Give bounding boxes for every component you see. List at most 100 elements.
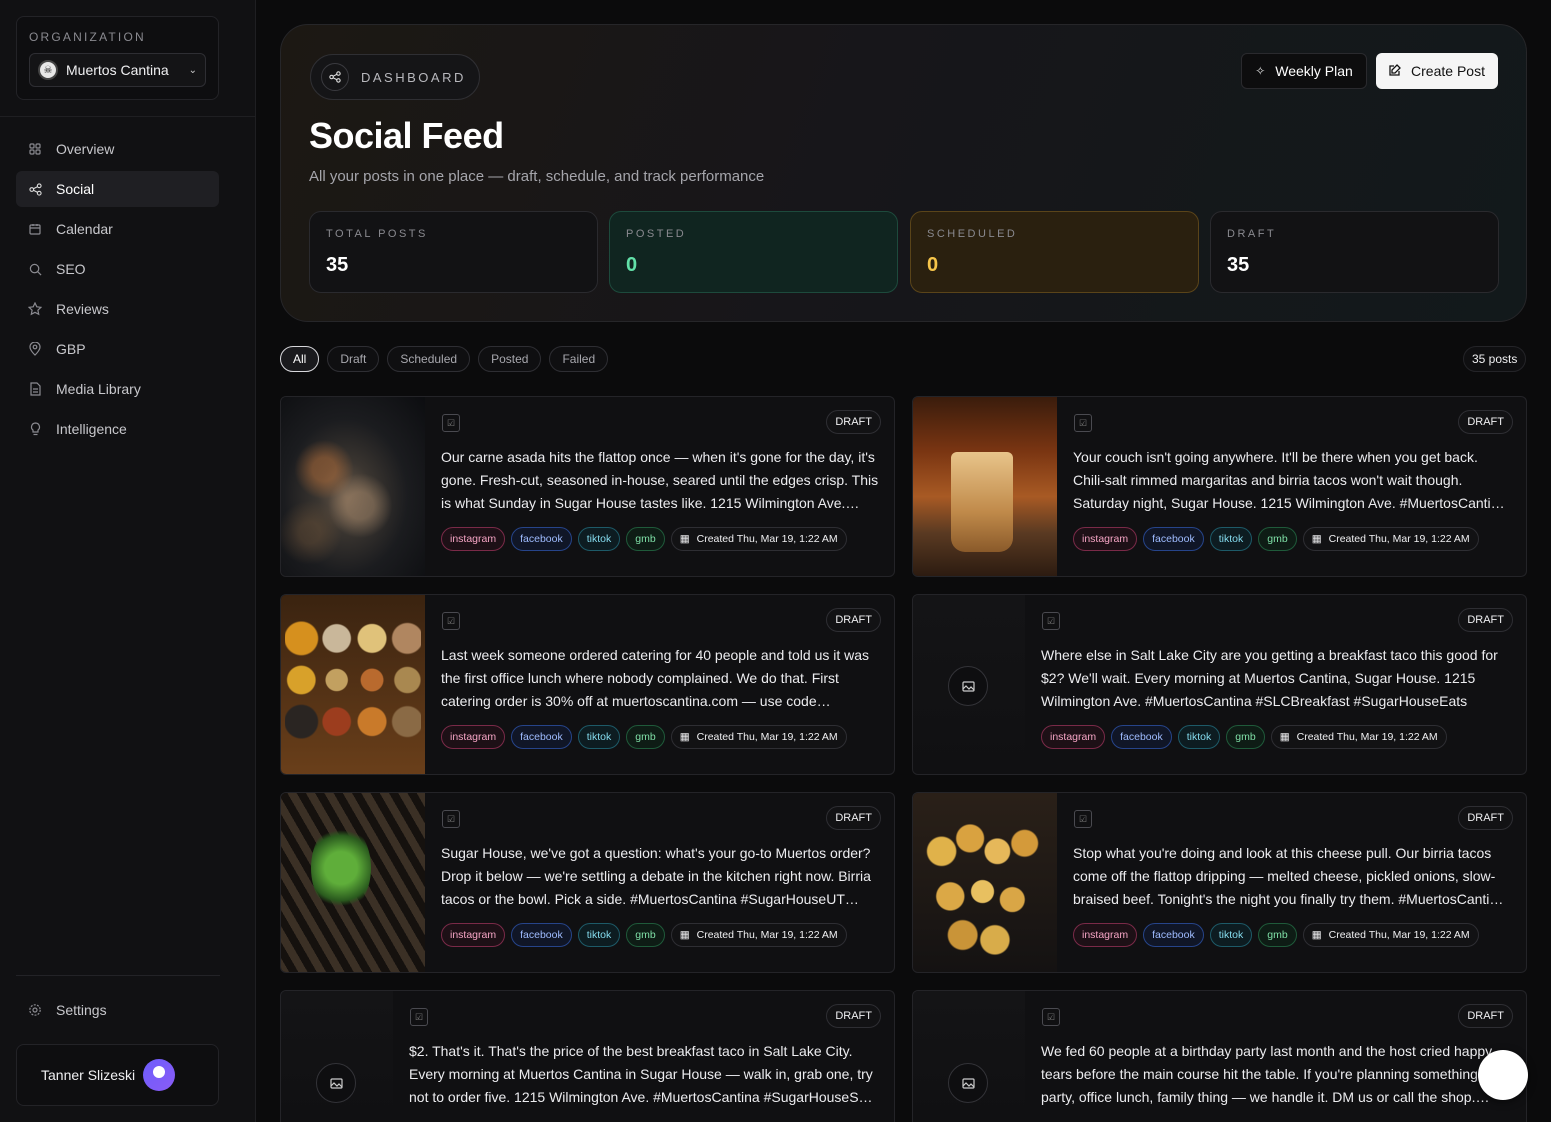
tag-facebook: facebook	[1143, 923, 1204, 947]
sidebar-item-calendar[interactable]: Calendar	[16, 211, 219, 247]
post-thumbnail-placeholder	[281, 991, 393, 1122]
tag-tiktok: tiktok	[577, 527, 621, 551]
tag-facebook: facebook	[1143, 527, 1204, 551]
post-card[interactable]: ☑ DRAFT Where else in Salt Lake City are…	[912, 594, 1527, 775]
divider	[0, 116, 256, 117]
filter-posted[interactable]: Posted	[478, 346, 542, 372]
created-date-badge: ▦ Created Thu, Mar 19, 1:22 AM	[1270, 725, 1447, 749]
organization-select[interactable]: ☠ Muertos Cantina ⌄	[29, 53, 206, 87]
created-date-badge: ▦ Created Thu, Mar 19, 1:22 AM	[670, 725, 847, 749]
checkbox-icon[interactable]: ☑	[1074, 414, 1092, 432]
sidebar-item-label: GBP	[56, 341, 86, 357]
tag-gmb: gmb	[1258, 527, 1297, 551]
stat-value: 35	[326, 254, 349, 276]
filter-all[interactable]: All	[280, 346, 320, 372]
created-date: Created Thu, Mar 19, 1:22 AM	[1328, 929, 1470, 941]
post-count-badge: 35 posts	[1463, 346, 1527, 372]
tag-tiktok: tiktok	[577, 725, 621, 749]
sidebar-item-label: Social	[56, 181, 95, 197]
checkbox-icon[interactable]: ☑	[442, 414, 460, 432]
filter-scheduled[interactable]: Scheduled	[387, 346, 471, 372]
created-date: Created Thu, Mar 19, 1:22 AM	[1296, 731, 1438, 743]
post-thumbnail	[281, 793, 425, 972]
sidebar: ORGANIZATION ☠ Muertos Cantina ⌄ Overvie…	[0, 0, 256, 1122]
stat-label: SCHEDULED	[927, 228, 1018, 240]
weekly-plan-button[interactable]: ✧ Weekly Plan	[1241, 53, 1367, 89]
create-post-button[interactable]: Create Post	[1376, 53, 1498, 89]
post-text: Our carne asada hits the flattop once — …	[441, 449, 879, 511]
calendar-icon: ▦	[679, 533, 690, 545]
sidebar-item-media-library[interactable]: Media Library	[16, 371, 219, 407]
checkbox-icon[interactable]: ☑	[410, 1008, 428, 1026]
stat-draft: DRAFT 35	[1210, 211, 1499, 293]
platform-tags: instagram facebook tiktok gmb ▦ Created T…	[1041, 725, 1447, 749]
sidebar-item-label: Intelligence	[56, 421, 127, 437]
star-icon	[28, 302, 42, 316]
post-card[interactable]: ☑ DRAFT Sugar House, we've got a questio…	[280, 792, 895, 973]
sidebar-item-gbp[interactable]: GBP	[16, 331, 219, 367]
org-logo-icon: ☠	[38, 60, 58, 80]
calendar-icon: ▦	[679, 929, 690, 941]
post-text: Sugar House, we've got a question: what'…	[441, 845, 871, 907]
platform-tags: instagram facebook tiktok gmb ▦ Created T…	[1073, 527, 1479, 551]
sidebar-item-seo[interactable]: SEO	[16, 251, 219, 287]
created-date: Created Thu, Mar 19, 1:22 AM	[696, 533, 838, 545]
checkbox-icon[interactable]: ☑	[442, 810, 460, 828]
sidebar-item-settings[interactable]: Settings	[16, 992, 219, 1028]
checkbox-icon[interactable]: ☑	[1074, 810, 1092, 828]
post-card[interactable]: ☑ DRAFT $2. That's it. That's the price …	[280, 990, 895, 1122]
sidebar-item-label: Calendar	[56, 221, 113, 237]
tag-tiktok: tiktok	[1209, 527, 1253, 551]
status-badge: DRAFT	[826, 608, 881, 632]
filter-draft[interactable]: Draft	[327, 346, 380, 372]
stat-value: 0	[927, 254, 939, 276]
sidebar-item-label: SEO	[56, 261, 86, 277]
sidebar-item-reviews[interactable]: Reviews	[16, 291, 219, 327]
status-badge: DRAFT	[1458, 806, 1513, 830]
sidebar-item-social[interactable]: Social	[16, 171, 219, 207]
stat-value: 35	[1227, 254, 1250, 276]
sidebar-nav: Overview Social Calendar SEO Reviews GBP…	[16, 131, 219, 451]
filter-failed[interactable]: Failed	[549, 346, 609, 372]
sidebar-item-overview[interactable]: Overview	[16, 131, 219, 167]
page-title: Social Feed	[309, 115, 504, 156]
status-badge: DRAFT	[1458, 1004, 1513, 1028]
sparkle-icon: ✧	[1255, 64, 1266, 78]
checkbox-icon[interactable]: ☑	[1042, 1008, 1060, 1026]
tag-instagram: instagram	[441, 527, 506, 551]
checkbox-icon[interactable]: ☑	[442, 612, 460, 630]
post-card[interactable]: ☑ DRAFT Stop what you're doing and look …	[912, 792, 1527, 973]
post-thumbnail	[281, 397, 425, 576]
lightbulb-icon	[28, 422, 42, 436]
avatar	[143, 1059, 175, 1091]
post-text: Stop what you're doing and look at this …	[1073, 845, 1504, 907]
tag-instagram: instagram	[1073, 923, 1138, 947]
tag-instagram: instagram	[1041, 725, 1106, 749]
created-date: Created Thu, Mar 19, 1:22 AM	[1328, 533, 1470, 545]
image-icon	[316, 1063, 356, 1103]
stat-label: POSTED	[626, 228, 687, 240]
chat-launcher-button[interactable]	[1478, 1050, 1528, 1100]
tag-tiktok: tiktok	[577, 923, 621, 947]
created-date: Created Thu, Mar 19, 1:22 AM	[696, 929, 838, 941]
hero-header: DASHBOARD Social Feed All your posts in …	[280, 24, 1527, 322]
calendar-icon: ▦	[1311, 929, 1322, 941]
checkbox-icon[interactable]: ☑	[1042, 612, 1060, 630]
platform-tags: instagram facebook tiktok gmb ▦ Created T…	[441, 527, 847, 551]
post-thumbnail-placeholder	[913, 991, 1025, 1122]
created-date-badge: ▦ Created Thu, Mar 19, 1:22 AM	[1302, 527, 1479, 551]
status-badge: DRAFT	[1458, 410, 1513, 434]
map-pin-icon	[28, 342, 42, 356]
post-card[interactable]: ☑ DRAFT Our carne asada hits the flattop…	[280, 396, 895, 577]
sidebar-item-intelligence[interactable]: Intelligence	[16, 411, 219, 447]
post-card[interactable]: ☑ DRAFT Your couch isn't going anywhere.…	[912, 396, 1527, 577]
tag-gmb: gmb	[626, 725, 665, 749]
user-profile[interactable]: Tanner Slizeski	[16, 1044, 219, 1106]
created-date-badge: ▦ Created Thu, Mar 19, 1:22 AM	[670, 923, 847, 947]
post-card[interactable]: ☑ DRAFT Last week someone ordered cateri…	[280, 594, 895, 775]
post-text: $2. That's it. That's the price of the b…	[409, 1043, 873, 1105]
settings-label: Settings	[56, 1002, 107, 1018]
post-card[interactable]: ☑ DRAFT We fed 60 people at a birthday p…	[912, 990, 1527, 1122]
organization-panel: ORGANIZATION ☠ Muertos Cantina ⌄	[16, 16, 219, 100]
grid-icon	[28, 142, 42, 156]
